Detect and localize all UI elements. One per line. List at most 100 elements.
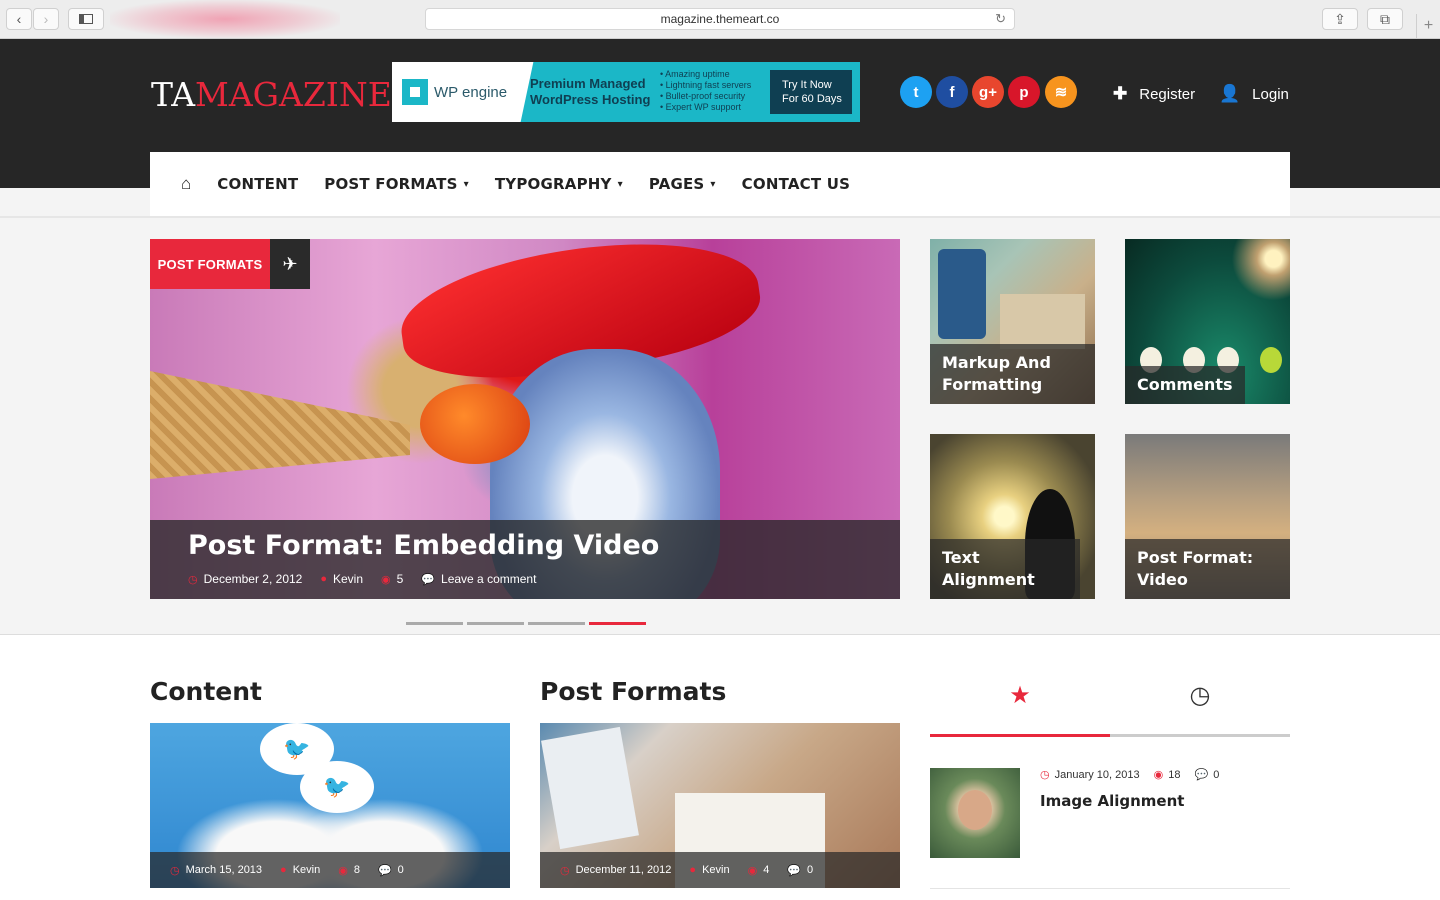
clock-icon: ◷ bbox=[188, 573, 198, 586]
facebook-icon: f bbox=[949, 83, 955, 101]
twitter-bird-icon: 🐦 bbox=[300, 761, 374, 813]
post-formats-card[interactable]: ◷ December 11, 2012 ● Kevin ◉ 4 💬 0 bbox=[540, 723, 900, 888]
ad-brand: WP engine bbox=[392, 62, 517, 122]
twitter-button[interactable]: t bbox=[900, 76, 932, 108]
popular-post-title[interactable]: Image Alignment bbox=[1040, 792, 1184, 810]
popular-views: ◉ 18 bbox=[1154, 768, 1181, 782]
hero-author[interactable]: ● Kevin bbox=[320, 572, 363, 586]
hero-category-tag[interactable]: POST FORMATS ✈ bbox=[150, 239, 310, 289]
comments-icon: 💬 bbox=[1194, 769, 1209, 781]
tab-highlight bbox=[110, 0, 340, 38]
content-card[interactable]: 🐦 🐦 ◷ March 15, 2013 ● Kevin ◉ 8 💬 0 bbox=[150, 723, 510, 888]
back-button[interactable]: ‹ bbox=[6, 8, 32, 30]
nav-item-pages[interactable]: PAGES ▾ bbox=[649, 175, 716, 193]
slider-dot[interactable] bbox=[528, 622, 585, 625]
nav-item-label: TYPOGRAPHY bbox=[494, 175, 612, 193]
comments-icon: 💬 bbox=[421, 573, 436, 586]
address-bar[interactable]: magazine.themeart.co ↻ bbox=[425, 8, 1015, 30]
pinterest-button[interactable]: p bbox=[1008, 76, 1040, 108]
hero-meta: ◷ December 2, 2012 ● Kevin ◉ 5 💬 Leave a com… bbox=[188, 572, 554, 586]
slider-dot-active[interactable] bbox=[589, 622, 646, 625]
logo-part2: MAGAZINE bbox=[195, 75, 392, 114]
recent-clock-icon[interactable]: ◷ bbox=[1110, 681, 1290, 710]
main-navigation: ⌂ CONTENT POST FORMATS ▾ TYPOGRAPHY ▾ PAGE… bbox=[150, 152, 1290, 216]
featured-thumb-text-alignment[interactable]: Text Alignment bbox=[930, 434, 1095, 599]
thumb-caption: Markup And Formatting bbox=[930, 344, 1095, 404]
forward-button[interactable]: › bbox=[33, 8, 59, 30]
popular-comments[interactable]: 💬 0 bbox=[1194, 768, 1219, 782]
thumb-box-shape bbox=[1000, 294, 1085, 349]
card-comments[interactable]: 💬 0 bbox=[378, 864, 404, 877]
back-icon: ‹ bbox=[16, 11, 22, 27]
featured-thumb-comments[interactable]: Comments bbox=[1125, 239, 1290, 404]
pinterest-icon: p bbox=[1019, 83, 1029, 101]
nav-item-label: POST FORMATS bbox=[324, 175, 458, 193]
logo-part1: TA bbox=[151, 75, 196, 114]
ad-cta-line1: Try It Now bbox=[782, 79, 832, 91]
plus-icon: + bbox=[1423, 17, 1434, 34]
rss-icon: ≋ bbox=[1054, 84, 1068, 101]
featured-thumb-post-format-video[interactable]: Post Format: Video bbox=[1125, 434, 1290, 599]
ad-cta-button[interactable]: Try It Now For 60 Days bbox=[770, 70, 852, 114]
ad-bullet: • Expert WP support bbox=[660, 102, 742, 112]
card-date: ◷ December 11, 2012 bbox=[560, 864, 671, 877]
ad-bullet: • Amazing uptime bbox=[660, 69, 730, 79]
browser-toolbar: ‹ › magazine.themeart.co ↻ ⇪ ⧉ + bbox=[0, 0, 1440, 39]
featured-thumb-markup[interactable]: Markup And Formatting bbox=[930, 239, 1095, 404]
nav-item-typography[interactable]: TYPOGRAPHY ▾ bbox=[495, 175, 623, 193]
home-icon[interactable]: ⌂ bbox=[181, 174, 191, 194]
card-views: ◉ 4 bbox=[748, 864, 770, 877]
slider-dot[interactable] bbox=[406, 622, 463, 625]
ad-bullet: • Bullet-proof security bbox=[660, 91, 746, 101]
clock-icon: ◷ bbox=[560, 864, 570, 877]
hero-comments[interactable]: 💬 Leave a comment bbox=[421, 572, 536, 586]
clock-icon: ◷ bbox=[1040, 769, 1050, 781]
rss-button[interactable]: ≋ bbox=[1045, 76, 1077, 108]
reload-icon[interactable]: ↻ bbox=[995, 11, 1006, 27]
card-comments[interactable]: 💬 0 bbox=[787, 864, 813, 877]
login-link[interactable]: 👤 Login bbox=[1219, 84, 1289, 104]
thumb-figure-shape bbox=[1260, 347, 1282, 373]
slider-dot[interactable] bbox=[467, 622, 524, 625]
card-meta: ◷ December 11, 2012 ● Kevin ◉ 4 💬 0 bbox=[540, 852, 900, 888]
thumb-title: Comments bbox=[1137, 375, 1233, 394]
section-title-content[interactable]: Content bbox=[150, 677, 262, 706]
card-author-text: Kevin bbox=[292, 864, 321, 876]
plus-icon: ✚ bbox=[1113, 84, 1128, 103]
nav-divider bbox=[0, 216, 1440, 218]
sidebar-toggle-button[interactable] bbox=[68, 8, 104, 30]
thumb-caption: Post Format: Video bbox=[1125, 539, 1290, 599]
card-author[interactable]: ● Kevin bbox=[689, 864, 729, 877]
popular-date-text: January 10, 2013 bbox=[1054, 768, 1140, 781]
register-link[interactable]: ✚ Register bbox=[1113, 84, 1195, 104]
chevron-down-icon: ▾ bbox=[617, 178, 623, 190]
thumb-title: Formatting bbox=[942, 375, 1043, 394]
register-label: Register bbox=[1139, 85, 1196, 103]
hero-title[interactable]: Post Format: Embedding Video bbox=[188, 530, 659, 561]
popular-post-thumbnail[interactable] bbox=[930, 768, 1020, 858]
popular-post-item[interactable]: ◷ January 10, 2013 ◉ 18 💬 0 Image Alignment bbox=[930, 768, 1290, 889]
new-tab-button[interactable]: + bbox=[1416, 14, 1440, 38]
facebook-button[interactable]: f bbox=[936, 76, 968, 108]
eye-icon: ◉ bbox=[381, 573, 391, 586]
thumb-title: Video bbox=[1137, 570, 1188, 589]
section-title-post-formats[interactable]: Post Formats bbox=[540, 677, 726, 706]
clock-icon: ◷ bbox=[170, 864, 180, 877]
tabs-overview-button[interactable]: ⧉ bbox=[1367, 8, 1403, 30]
card-author[interactable]: ● Kevin bbox=[280, 864, 320, 877]
site-logo[interactable]: TAMAGAZINE bbox=[151, 75, 392, 114]
forward-icon: › bbox=[43, 11, 49, 27]
google-plus-button[interactable]: g+ bbox=[972, 76, 1004, 108]
nav-item-content[interactable]: CONTENT bbox=[217, 175, 298, 193]
nav-item-post-formats[interactable]: POST FORMATS ▾ bbox=[324, 175, 469, 193]
hero-category-label: POST FORMATS bbox=[150, 239, 270, 289]
nav-item-contact-us[interactable]: CONTACT US bbox=[742, 175, 850, 193]
user-icon: ● bbox=[689, 864, 697, 876]
chevron-down-icon: ▾ bbox=[710, 178, 716, 190]
ad-brand-text: WP engine bbox=[434, 83, 508, 101]
chevron-down-icon: ▾ bbox=[463, 178, 469, 190]
popular-star-icon[interactable]: ★ bbox=[930, 681, 1110, 710]
share-button[interactable]: ⇪ bbox=[1322, 8, 1358, 30]
banner-ad[interactable]: WP engine Premium Managed WordPress Host… bbox=[392, 62, 860, 122]
comments-icon: 💬 bbox=[787, 864, 802, 877]
